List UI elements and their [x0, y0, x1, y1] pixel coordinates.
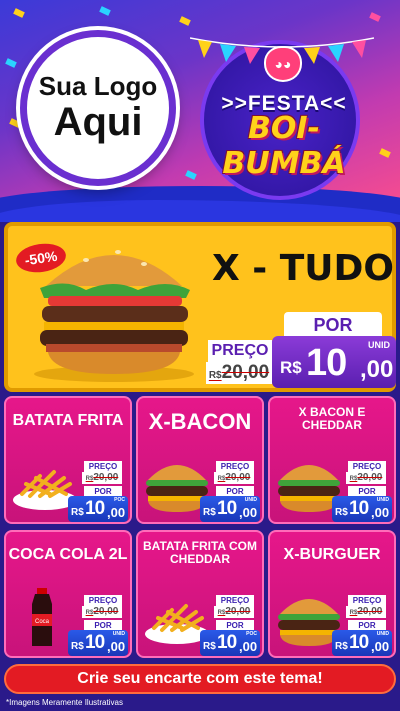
currency-symbol: R$ [203, 641, 216, 652]
price-integer: 10 [217, 632, 237, 653]
unit-label: POC [246, 631, 257, 637]
price-label: PREÇO [348, 595, 386, 606]
confetti [369, 12, 381, 22]
old-price-value: 20,00 [225, 606, 251, 617]
currency-symbol: R$ [203, 507, 216, 518]
price-cents: ,00 [107, 639, 126, 654]
old-price-value: 20,00 [221, 362, 270, 383]
price-integer: 10 [306, 342, 347, 384]
currency-symbol: R$ [335, 641, 348, 652]
bull-face-icon: ◕◕ [264, 46, 302, 82]
logo-text-line2: Aqui [53, 99, 143, 144]
old-price: R$20,00 [346, 606, 386, 618]
confetti [379, 148, 391, 158]
product-card[interactable]: BATATA FRITA PREÇO R$20,00 POR POC R$ 10,00 [4, 396, 132, 524]
old-price: R$20,00 [346, 472, 386, 484]
currency-symbol: R$ [208, 370, 222, 381]
currency-symbol: R$ [71, 507, 84, 518]
confetti [99, 6, 111, 16]
unit-label: UNID [376, 497, 389, 503]
logo-placeholder: Sua Logo Aqui [20, 30, 176, 186]
unit-label: UNID [244, 497, 257, 503]
price-label: PREÇO [84, 595, 122, 606]
currency-symbol: R$ [280, 358, 302, 377]
price-integer: 10 [349, 632, 369, 653]
por-label: POR [284, 312, 382, 338]
price-label: PREÇO [348, 461, 386, 472]
svg-text:Coca: Coca [35, 619, 50, 625]
product-price: POC R$ 10,00 [200, 630, 260, 656]
price-cents: ,00 [239, 505, 258, 520]
price-integer: 10 [85, 498, 105, 519]
old-price: R$20,00 [214, 606, 254, 618]
featured-title: X - TUDO [211, 248, 395, 289]
old-price: R$20,00 [214, 472, 254, 484]
old-price: R$20,00 [82, 606, 122, 618]
confetti [9, 118, 21, 128]
old-price: R$20,00 [206, 362, 272, 384]
product-card[interactable]: COCA COLA 2L Coca PREÇO R$20,00 POR UNID R$ 10,… [4, 530, 132, 658]
old-price-value: 20,00 [357, 606, 383, 617]
confetti [13, 8, 25, 18]
price-label: PREÇO [216, 461, 254, 472]
price-cents: ,00 [239, 639, 258, 654]
price-cents: ,00 [360, 356, 394, 383]
currency-symbol: R$ [71, 641, 84, 652]
price-label: PREÇO [84, 461, 122, 472]
footnote: *Imagens Meramente Ilustrativas [6, 698, 123, 707]
old-price-value: 20,00 [357, 472, 383, 483]
price-cents: ,00 [371, 505, 390, 520]
product-card[interactable]: X-BACON PREÇO R$20,00 POR UNID R$ 10,00 [136, 396, 264, 524]
product-title: X BACON E CHEDDAR [298, 405, 366, 433]
old-price-value: 20,00 [93, 606, 119, 617]
product-title: BATATA FRITA COM CHEDDAR [143, 539, 257, 567]
unit-label: UNID [376, 631, 389, 637]
product-card[interactable]: X-BURGUER PREÇO R$20,00 POR UNID R$ 10,00 [268, 530, 396, 658]
price-label: PREÇO [208, 340, 272, 362]
product-price: UNID R$ 10,00 [68, 630, 128, 656]
old-price-value: 20,00 [225, 472, 251, 483]
product-price: UNID R$ 10,00 [332, 630, 392, 656]
currency-symbol: R$ [335, 507, 348, 518]
product-card[interactable]: BATATA FRITA COM CHEDDAR PREÇO R$20,00 POR P… [136, 530, 264, 658]
confetti [179, 16, 191, 26]
unit-label: POC [114, 497, 125, 503]
product-price: UNID R$ 10,00 [332, 496, 392, 522]
old-price: R$20,00 [82, 472, 122, 484]
confetti [5, 58, 17, 68]
price-integer: 10 [85, 632, 105, 653]
featured-product[interactable]: -50% X - TUDO PREÇO R$20,00 POR UNID R$ … [4, 222, 396, 392]
product-title: X-BACON [148, 409, 252, 434]
unit-label: UNID [112, 631, 125, 637]
product-title: COCA COLA 2L [8, 546, 128, 563]
product-title: X-BURGUER [283, 546, 381, 563]
price-cents: ,00 [107, 505, 126, 520]
unit-label: UNID [368, 340, 390, 350]
logo-text-line1: Sua Logo [38, 71, 158, 102]
product-price: UNID R$ 10,00 [200, 496, 260, 522]
product-card[interactable]: X BACON E CHEDDAR PREÇO R$20,00 POR UNID R$ 10… [268, 396, 396, 524]
price-integer: 10 [349, 498, 369, 519]
price-label: PREÇO [216, 595, 254, 606]
featured-price: UNID R$ 10 ,00 [272, 336, 396, 388]
event-title: BOI-BUMBÁ [222, 111, 346, 181]
price-cents: ,00 [371, 639, 390, 654]
price-integer: 10 [217, 498, 237, 519]
product-title: BATATA FRITA [12, 412, 124, 429]
cta-button[interactable]: Crie seu encarte com este tema! [4, 664, 396, 694]
product-price: POC R$ 10,00 [68, 496, 128, 522]
old-price-value: 20,00 [93, 472, 119, 483]
